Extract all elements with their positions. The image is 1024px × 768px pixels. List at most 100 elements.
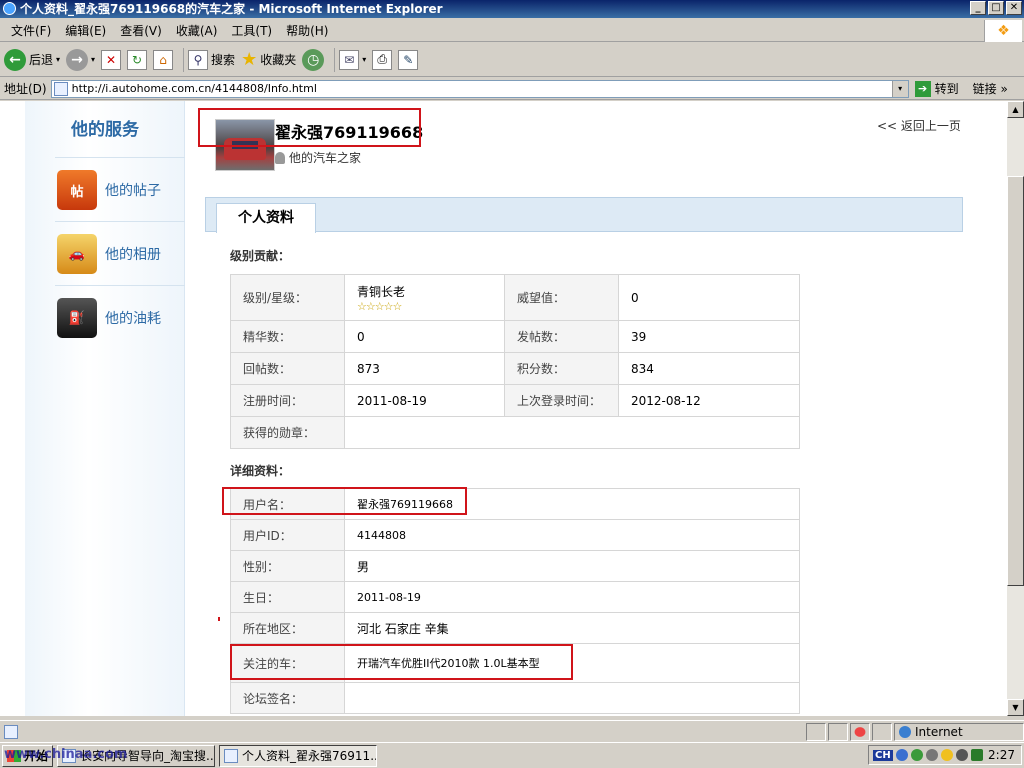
help-tray-icon[interactable] (895, 749, 908, 761)
level-title: 青铜长老 (357, 284, 406, 299)
mail-dropdown-icon[interactable]: ▾ (362, 55, 366, 64)
sidebar-divider (55, 221, 185, 222)
star-rating-icon: ☆☆☆☆☆ (357, 299, 402, 313)
value-cell: 男 (344, 550, 800, 582)
sidebar-item-album[interactable]: 🚗 他的相册 (57, 232, 185, 276)
go-button[interactable]: ➔ 转到 (914, 80, 959, 97)
network-tray-icon[interactable] (910, 749, 923, 761)
forward-button[interactable]: → ▾ (66, 48, 95, 71)
label-cell: 用户ID： (230, 519, 345, 551)
label-cell: 威望值： (504, 274, 619, 321)
close-button[interactable]: ✕ (1006, 1, 1022, 15)
language-indicator[interactable]: CH (873, 749, 893, 761)
menu-tools[interactable]: 工具(T) (224, 22, 279, 39)
back-link[interactable]: << 返回上一页 (877, 117, 961, 134)
home-icon: ⌂ (153, 49, 174, 70)
tab-bar: 个人资料 (205, 197, 963, 233)
antivirus-tray-icon[interactable] (970, 749, 983, 761)
table-row: 获得的勋章： (230, 416, 800, 449)
qq-tray-icon[interactable] (940, 749, 953, 761)
clock[interactable]: 2:27 (988, 748, 1021, 762)
system-tray: CH 2:27 (868, 745, 1022, 765)
page-icon (53, 81, 68, 96)
highlight-username-box (198, 108, 421, 147)
favorites-button[interactable]: ★ 收藏夹 (241, 49, 296, 70)
label-cell: 积分数： (504, 352, 619, 385)
table-row: 级别/星级： 青铜长老 ☆☆☆☆☆ 威望值： 0 (230, 274, 800, 321)
globe-icon (899, 726, 911, 738)
blocked-popup-icon[interactable] (850, 723, 870, 741)
refresh-icon: ↻ (127, 49, 148, 70)
volume-tray-icon[interactable] (925, 749, 938, 761)
value-cell (344, 682, 800, 714)
minimize-button[interactable]: _ (970, 1, 986, 15)
watermark-text: www.chinaa.com (4, 747, 128, 762)
refresh-button[interactable]: ↻ (127, 49, 148, 70)
mail-button[interactable]: ✉ ▾ (339, 49, 366, 70)
search-label: 搜索 (211, 53, 236, 67)
sidebar-divider (55, 157, 185, 158)
security-tray-icon[interactable] (955, 749, 968, 761)
security-zone[interactable]: Internet (894, 723, 1024, 741)
user-icon (275, 151, 285, 164)
forward-dropdown-icon[interactable]: ▾ (91, 55, 95, 64)
table-row: 注册时间： 2011-08-19 上次登录时间： 2012-08-12 (230, 384, 800, 417)
back-label: 后退 (29, 53, 54, 67)
label-cell: 论坛签名： (230, 682, 345, 714)
edit-button[interactable]: ✎ (398, 49, 419, 70)
value-cell: 2011-08-19 (344, 384, 505, 417)
back-button[interactable]: ← 后退 ▾ (4, 48, 60, 71)
label-cell: 精华数： (230, 320, 345, 353)
status-panel (872, 723, 892, 741)
address-dropdown-icon[interactable]: ▾ (891, 80, 908, 97)
back-arrow-icon: ← (4, 48, 26, 71)
links-label: 链接 (972, 82, 997, 96)
home-link[interactable]: 他的汽车之家 (275, 149, 361, 166)
task-label: 个人资料_翟永强76911... (242, 749, 378, 763)
sidebar-item-posts[interactable]: 帖 他的帖子 (57, 168, 185, 212)
search-button[interactable]: ⚲ 搜索 (188, 49, 236, 70)
history-button[interactable]: ◷ (302, 48, 325, 71)
table-row: 精华数： 0 发帖数： 39 (230, 320, 800, 353)
sidebar-item-label: 他的油耗 (105, 311, 161, 327)
red-mark (218, 617, 220, 621)
restore-button[interactable]: □ (988, 1, 1004, 15)
edit-icon: ✎ (398, 49, 419, 70)
back-dropdown-icon[interactable]: ▾ (56, 55, 60, 64)
print-button[interactable]: ⎙ (372, 49, 393, 70)
value-cell: 河北 石家庄 辛集 (344, 612, 800, 644)
address-input[interactable]: http://i.autohome.com.cn/4144808/Info.ht… (50, 79, 909, 98)
address-url[interactable]: http://i.autohome.com.cn/4144808/Info.ht… (72, 82, 317, 95)
tab-profile[interactable]: 个人资料 (216, 203, 316, 233)
level-table: 级别/星级： 青铜长老 ☆☆☆☆☆ 威望值： 0 精华数： 0 发帖数： 39 … (230, 274, 800, 449)
posts-icon: 帖 (57, 170, 97, 210)
home-button[interactable]: ⌂ (153, 49, 174, 70)
links-button[interactable]: 链接 » (973, 80, 1008, 97)
label-cell: 级别/星级： (230, 274, 345, 321)
scroll-thumb[interactable] (1007, 176, 1024, 586)
highlight-car-row (230, 644, 573, 680)
menu-file[interactable]: 文件(F) (4, 22, 58, 39)
window-title-bar[interactable]: 个人资料_翟永强769119668的汽车之家 - Microsoft Inter… (0, 0, 1024, 18)
window-controls: _ □ ✕ (970, 1, 1022, 15)
address-bar: 地址(D) http://i.autohome.com.cn/4144808/I… (0, 78, 1024, 100)
sidebar-item-fuel[interactable]: ⛽ 他的油耗 (57, 296, 185, 340)
stop-button[interactable]: ✕ (101, 49, 122, 70)
menu-edit[interactable]: 编辑(E) (58, 22, 113, 39)
home-link-label: 他的汽车之家 (289, 151, 362, 165)
menu-favorites[interactable]: 收藏(A) (169, 22, 225, 39)
highlight-username-row (222, 487, 467, 515)
vertical-scrollbar[interactable]: ▲ ▼ (1007, 101, 1024, 716)
value-cell: 873 (344, 352, 505, 385)
status-bar: Internet (0, 720, 1024, 742)
label-cell: 注册时间： (230, 384, 345, 417)
scroll-up-icon[interactable]: ▲ (1007, 101, 1024, 118)
label-cell: 上次登录时间： (504, 384, 619, 417)
menu-help[interactable]: 帮助(H) (279, 22, 335, 39)
status-panel (828, 723, 848, 741)
toolbar-separator (183, 47, 185, 72)
toolbar: ← 后退 ▾ → ▾ ✕ ↻ ⌂ ⚲ 搜索 ★ 收藏夹 ◷ ✉ ▾ ⎙ ✎ (0, 43, 1024, 77)
menu-view[interactable]: 查看(V) (113, 22, 169, 39)
taskbar-item-profile[interactable]: 个人资料_翟永强76911... (219, 744, 378, 767)
scroll-down-icon[interactable]: ▼ (1007, 699, 1024, 716)
